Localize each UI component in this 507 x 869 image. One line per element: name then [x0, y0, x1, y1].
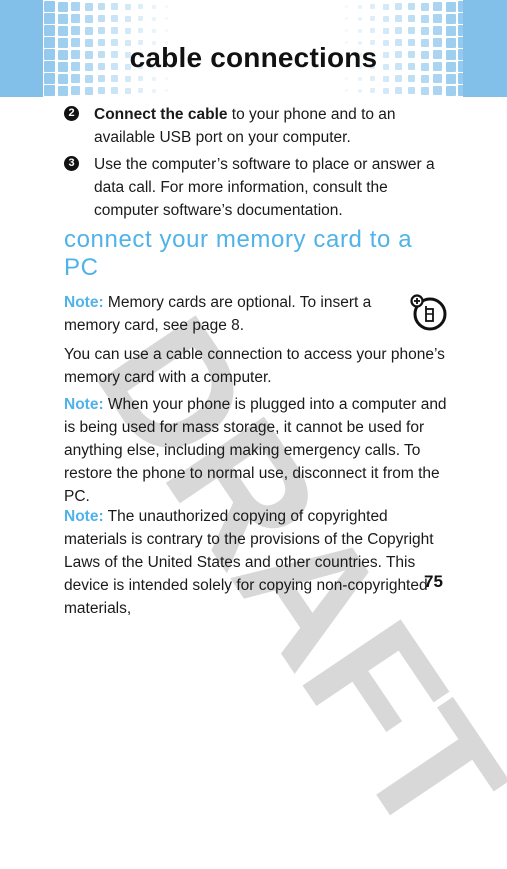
note-copyright: Note: The unauthorized copying of copyri… [64, 505, 449, 620]
step-number-badge: 2 [64, 106, 79, 121]
note-text: Memory cards are optional. To insert a m… [64, 294, 372, 334]
step-bold-label: Connect the cable [94, 106, 228, 123]
step-text: Use the computer’s software to place or … [94, 156, 435, 219]
note-label: Note: [64, 294, 104, 311]
note-label: Note: [64, 396, 104, 413]
step-number-badge: 3 [64, 156, 79, 171]
step-3: 3 Use the computer’s software to place o… [64, 153, 454, 222]
paragraph-cable-access: You can use a cable connection to access… [64, 346, 445, 386]
step-2: 2 Connect the cable to your phone and to… [64, 103, 454, 149]
note-label: Note: [64, 508, 104, 525]
note-memory-optional: Note: Memory cards are optional. To inse… [64, 291, 374, 337]
step-text: Connect the cable to your phone and to a… [94, 103, 454, 149]
section-heading: connect your memory card to a PC [64, 226, 413, 281]
note-text: When your phone is plugged into a comput… [64, 396, 447, 505]
page-number: 75 [424, 572, 443, 591]
note-mass-storage: Note: When your phone is plugged into a … [64, 393, 449, 508]
note-text: The unauthorized copying of copyrighted … [64, 508, 434, 617]
page-content: 2 Connect the cable to your phone and to… [0, 0, 507, 617]
memory-card-accessory-icon [410, 294, 447, 331]
